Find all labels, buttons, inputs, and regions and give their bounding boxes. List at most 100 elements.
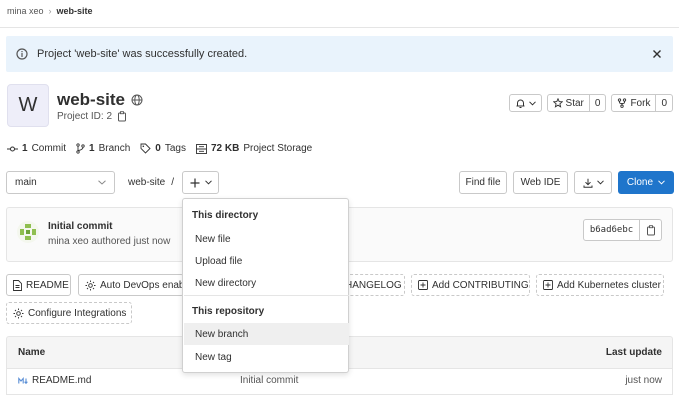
commit-sha[interactable]: b6ad6ebc <box>583 219 640 241</box>
project-name: web-site <box>57 90 126 109</box>
dropdown-item-new-directory[interactable]: New directory <box>184 272 349 294</box>
add-changelog-button[interactable]: HANGELOG <box>340 274 405 296</box>
commits-count: 1 <box>22 143 28 154</box>
commit-sha-group: b6ad6ebc <box>583 219 662 241</box>
file-name-cell[interactable]: README.md <box>18 375 91 386</box>
bell-icon <box>515 98 526 109</box>
fork-button[interactable]: Fork 0 <box>611 94 673 112</box>
add-changelog-label: HANGELOG <box>345 279 402 291</box>
close-icon[interactable] <box>651 48 663 60</box>
find-file-button[interactable]: Find file <box>459 171 507 194</box>
auto-devops-label: Auto DevOps enab <box>100 279 184 291</box>
file-name: README.md <box>32 375 92 386</box>
info-icon <box>16 48 28 60</box>
plus-square-icon <box>418 280 428 290</box>
dropdown-section-directory: This directory <box>192 210 259 221</box>
tag-icon <box>140 143 151 154</box>
project-id-label: Project ID: 2 <box>57 111 113 122</box>
web-ide-label: Web IDE <box>520 177 561 188</box>
storage-size: 72 KB <box>210 143 240 154</box>
add-to-tree-button[interactable] <box>182 171 219 194</box>
commits-label: Commit <box>31 143 67 154</box>
settings-icon <box>13 308 24 319</box>
readme-label: README <box>26 279 69 291</box>
project-id: Project ID: 2 <box>57 111 127 122</box>
chevron-down-icon <box>658 180 665 185</box>
storage-label: Project Storage <box>243 143 313 154</box>
project-avatar: W <box>7 84 49 127</box>
project-stats: 1 Commit 1 Branch 0 Tags 72 KB Project S… <box>7 143 312 154</box>
plus-icon <box>190 178 200 188</box>
web-ide-button[interactable]: Web IDE <box>513 171 568 194</box>
dropdown-item-new-tag[interactable]: New tag <box>184 346 349 368</box>
download-button[interactable] <box>574 171 612 194</box>
plus-square-icon <box>543 280 553 290</box>
clone-button[interactable]: Clone <box>618 171 674 194</box>
file-icon <box>13 279 22 291</box>
dropdown-item-upload-file[interactable]: Upload file <box>184 250 349 272</box>
storage-stat[interactable]: 72 KB Project Storage <box>196 143 312 154</box>
repo-path-separator: / <box>171 177 175 188</box>
commit-meta: mina xeo authored just now <box>48 236 171 247</box>
chevron-down-icon <box>98 180 106 185</box>
star-button[interactable]: Star 0 <box>546 94 607 112</box>
add-kubernetes-label: Add Kubernetes cluster <box>557 279 661 291</box>
globe-icon <box>131 94 143 106</box>
clone-label: Clone <box>626 177 654 188</box>
project-title: web-site <box>57 90 143 110</box>
star-icon <box>552 98 563 108</box>
auto-devops-button[interactable]: Auto DevOps enab <box>78 274 184 296</box>
branch-name: main <box>15 177 37 188</box>
chevron-right-icon: › <box>48 6 52 16</box>
user-avatar[interactable] <box>17 221 39 243</box>
chevron-down-icon <box>204 180 212 185</box>
commit-title[interactable]: Initial commit <box>48 221 112 232</box>
success-alert: Project 'web-site' was successfully crea… <box>6 36 673 72</box>
tags-count: 0 <box>155 143 161 154</box>
star-count[interactable]: 0 <box>588 95 606 111</box>
chevron-down-icon <box>528 100 536 106</box>
add-kubernetes-button[interactable]: Add Kubernetes cluster <box>536 274 664 296</box>
find-file-label: Find file <box>465 177 501 188</box>
branch-icon <box>76 143 85 154</box>
file-last-update: just now <box>625 375 662 386</box>
add-contributing-label: Add CONTRIBUTING <box>432 279 529 291</box>
tags-stat[interactable]: 0 Tags <box>140 143 186 154</box>
breadcrumb-current[interactable]: web-site <box>57 6 93 16</box>
settings-icon <box>85 280 96 291</box>
breadcrumb-parent[interactable]: mina xeo <box>7 6 44 16</box>
copy-sha-button[interactable] <box>640 219 662 241</box>
star-label: Star <box>565 97 584 109</box>
download-icon <box>583 178 593 188</box>
fork-count[interactable]: 0 <box>655 95 672 111</box>
commits-stat[interactable]: 1 Commit <box>7 143 66 154</box>
add-to-tree-dropdown: This directory New file Upload file New … <box>182 198 349 373</box>
branch-selector[interactable]: main <box>6 171 115 194</box>
configure-integrations-label: Configure Integrations <box>28 307 127 319</box>
tags-label: Tags <box>164 143 186 154</box>
storage-icon <box>196 143 207 154</box>
repo-path: web-site / <box>128 177 174 188</box>
copy-icon[interactable] <box>117 111 127 122</box>
readme-button[interactable]: README <box>6 274 71 296</box>
commit-icon <box>7 145 18 153</box>
file-commit-message[interactable]: Initial commit <box>240 375 298 386</box>
markdown-file-icon <box>18 376 28 385</box>
divider <box>0 27 679 28</box>
repo-path-root[interactable]: web-site <box>128 177 165 188</box>
alert-text: Project 'web-site' was successfully crea… <box>37 48 248 60</box>
chevron-down-icon <box>596 180 604 185</box>
dropdown-item-new-file[interactable]: New file <box>184 228 349 250</box>
dropdown-section-repository: This repository <box>192 306 265 317</box>
dropdown-item-new-branch[interactable]: New branch <box>184 323 349 345</box>
fork-label: Fork <box>630 97 651 109</box>
notification-button[interactable] <box>508 94 542 112</box>
breadcrumb: mina xeo › web-site <box>7 6 93 16</box>
add-contributing-button[interactable]: Add CONTRIBUTING <box>411 274 530 296</box>
configure-integrations-button[interactable]: Configure Integrations <box>6 302 132 324</box>
branches-stat[interactable]: 1 Branch <box>76 143 130 154</box>
branches-label: Branch <box>98 143 131 154</box>
dropdown-divider <box>184 295 349 296</box>
column-last-update-header: Last update <box>605 347 662 358</box>
branches-count: 1 <box>89 143 95 154</box>
